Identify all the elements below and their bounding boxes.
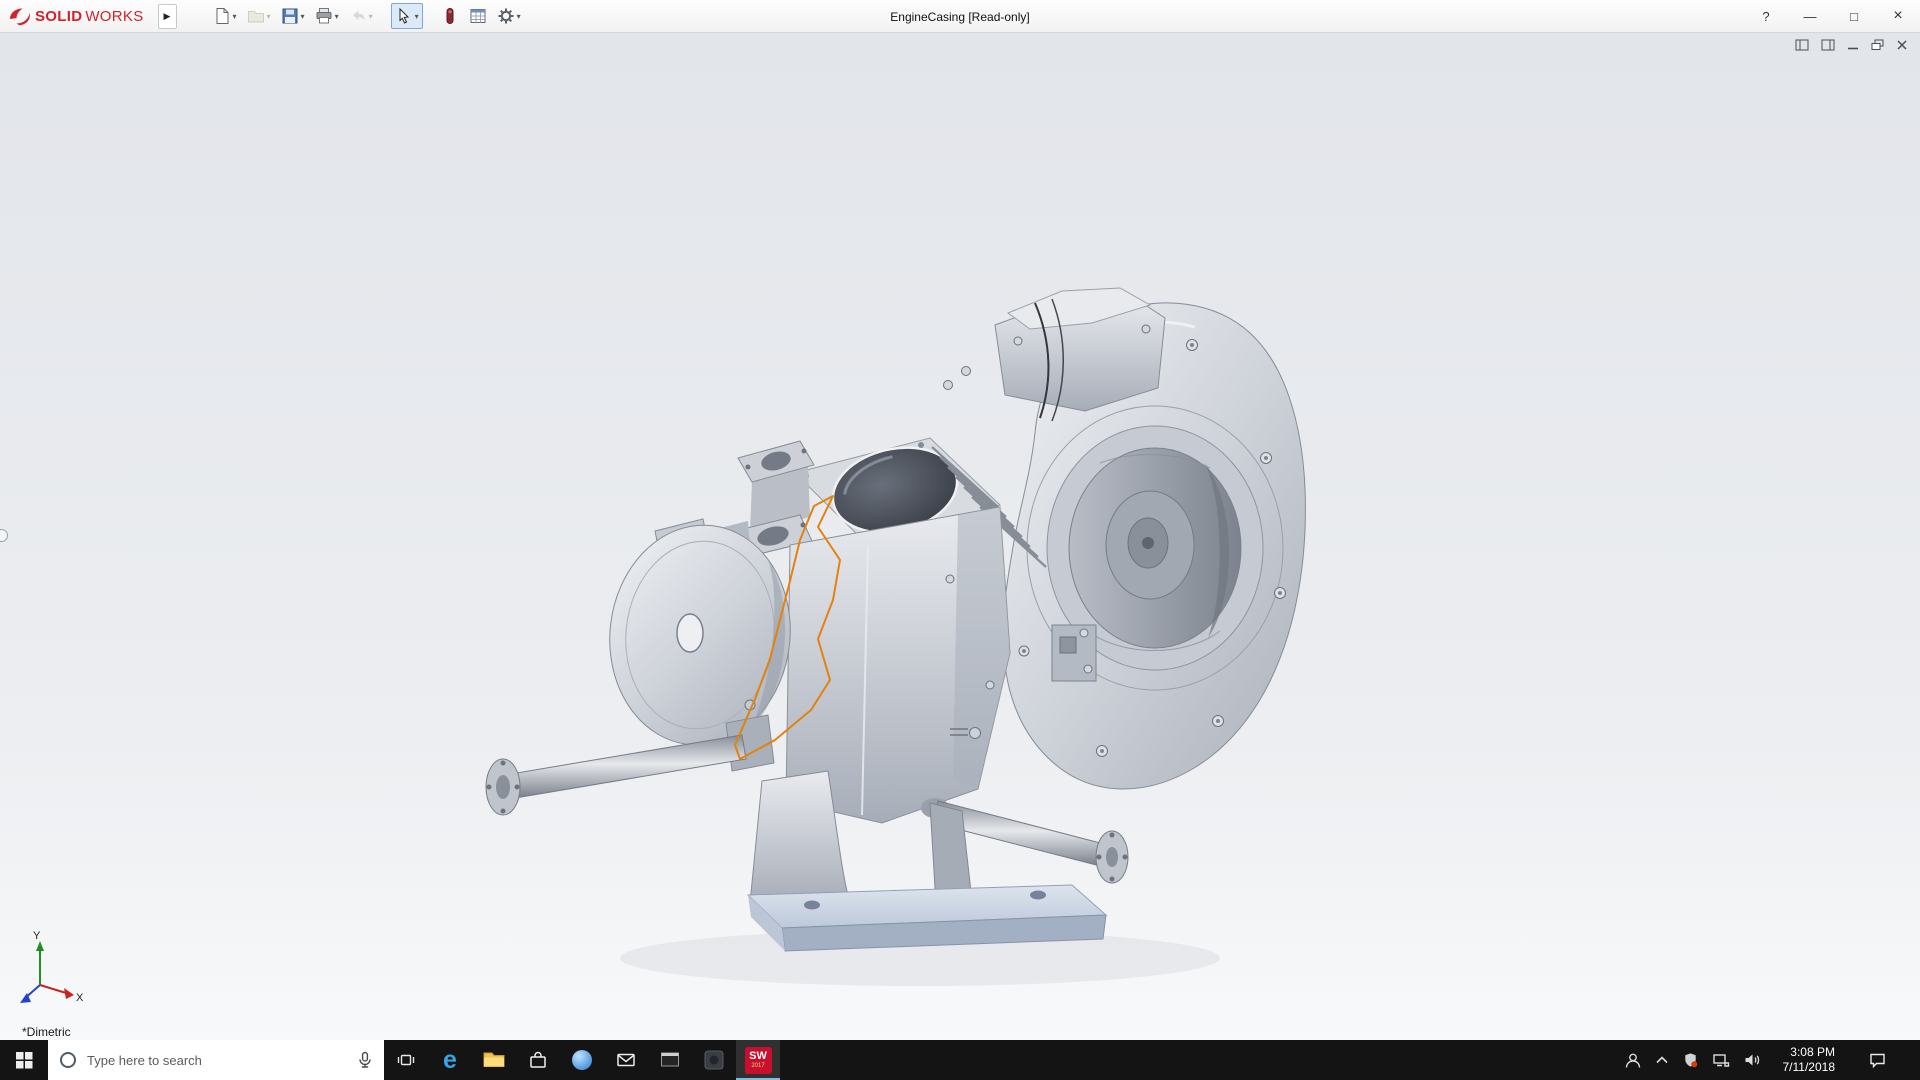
gear-icon — [498, 8, 514, 24]
close-button[interactable]: × — [1876, 0, 1920, 32]
print-button[interactable]: ▾ — [311, 3, 343, 29]
help-button[interactable]: ? — [1744, 0, 1788, 32]
store-app-button[interactable] — [516, 1040, 560, 1080]
start-button[interactable] — [0, 1040, 48, 1080]
solidworks-window: SOLID WORKS ▶ ▾ ▾ ▾ ▾ ▾ ▾ ▾ EngineCasing… — [0, 0, 1920, 1080]
blue-sphere-app-button[interactable] — [560, 1040, 604, 1080]
mail-app-button[interactable] — [604, 1040, 648, 1080]
windows-taskbar: Type here to search e SW 2017 3:08 PM 7/… — [0, 1040, 1920, 1080]
mail-envelope-icon — [617, 1053, 635, 1067]
undo-dropdown-arrow[interactable]: ▾ — [369, 12, 373, 21]
dark-app-icon — [704, 1050, 724, 1070]
taskbar-clock[interactable]: 3:08 PM 7/11/2018 — [1774, 1045, 1845, 1075]
chevron-up-icon — [1655, 1056, 1668, 1064]
console-app-button[interactable] — [648, 1040, 692, 1080]
blue-sphere-icon — [572, 1050, 592, 1070]
people-icon — [1625, 1053, 1640, 1068]
solidworks-app-button[interactable]: SW 2017 — [736, 1040, 780, 1080]
sw-badge-text: SW — [749, 1050, 767, 1062]
logo-text-works: WORKS — [85, 7, 144, 25]
doc-minimize-button[interactable] — [1847, 39, 1859, 51]
save-dropdown-arrow[interactable]: ▾ — [301, 12, 305, 21]
new-document-button[interactable]: ▾ — [209, 3, 241, 29]
speaker-icon — [1745, 1054, 1759, 1066]
doc-close-button[interactable] — [1896, 39, 1908, 51]
doc-restore-button[interactable] — [1871, 39, 1884, 51]
windows-logo-icon — [15, 1051, 32, 1068]
clock-date: 7/11/2018 — [1782, 1060, 1836, 1074]
triad-y-label: Y — [33, 930, 41, 942]
save-button[interactable]: ▾ — [277, 3, 309, 29]
edge-icon: e — [443, 1045, 457, 1074]
edge-app-button[interactable]: e — [428, 1040, 472, 1080]
action-center-icon — [1869, 1053, 1885, 1069]
options-button[interactable]: ▾ — [493, 3, 525, 29]
shield-icon — [1684, 1052, 1697, 1067]
design-table-button[interactable] — [465, 3, 491, 29]
logo-text-solid: SOLID — [35, 7, 83, 25]
system-tray: 3:08 PM 7/11/2018 — [1620, 1040, 1920, 1080]
new-dropdown-arrow[interactable]: ▾ — [233, 12, 237, 21]
menu-expander-button[interactable]: ▶ — [157, 3, 177, 29]
action-center-button[interactable] — [1857, 1051, 1897, 1069]
graphics-viewport[interactable]: Y X *Dimetric — [0, 33, 1920, 1040]
taskbar-search-input[interactable]: Type here to search — [48, 1040, 384, 1080]
maximize-button[interactable]: □ — [1832, 0, 1876, 32]
sw-badge-year: 2017 — [751, 1063, 765, 1069]
dark-app-button[interactable] — [692, 1040, 736, 1080]
tray-overflow-button[interactable] — [1655, 1054, 1669, 1066]
document-window-controls — [1795, 39, 1908, 51]
people-button[interactable] — [1624, 1052, 1642, 1069]
cortana-icon — [60, 1052, 76, 1068]
triad-x-label: X — [76, 992, 84, 1004]
rebuild-button[interactable] — [437, 3, 463, 29]
print-dropdown-arrow[interactable]: ▾ — [335, 12, 339, 21]
undo-icon — [352, 10, 365, 21]
task-view-icon — [397, 1054, 415, 1066]
network-icon — [1712, 1054, 1729, 1067]
select-dropdown-arrow[interactable]: ▾ — [415, 12, 419, 21]
console-window-icon — [661, 1052, 679, 1067]
clock-time: 3:08 PM — [1790, 1045, 1835, 1059]
new-document-icon — [216, 8, 229, 24]
pane-left-button[interactable] — [1795, 39, 1809, 51]
open-folder-icon — [247, 11, 264, 23]
solidworks-ds-icon — [10, 8, 30, 26]
open-button[interactable]: ▾ — [243, 3, 275, 29]
minimize-button[interactable]: — — [1788, 0, 1832, 32]
solidworks-logo[interactable]: SOLID WORKS — [0, 6, 154, 26]
select-cursor-icon — [399, 7, 409, 24]
microphone-icon[interactable] — [356, 1051, 374, 1069]
open-dropdown-arrow[interactable]: ▾ — [267, 12, 271, 21]
window-controls: ? — □ × — [1744, 0, 1920, 32]
network-tray-button[interactable] — [1712, 1052, 1730, 1068]
document-title: EngineCasing [Read-only] — [890, 9, 1030, 24]
engine-casing-model[interactable] — [485, 287, 1306, 986]
print-icon — [316, 8, 332, 24]
pane-right-button[interactable] — [1821, 39, 1835, 51]
save-floppy-icon — [282, 8, 298, 24]
view-orientation-label: *Dimetric — [22, 1025, 71, 1039]
options-dropdown-arrow[interactable]: ▾ — [517, 12, 521, 21]
orientation-triad: Y X — [20, 930, 84, 1004]
solidworks-app-icon: SW 2017 — [744, 1046, 772, 1074]
quick-access-toolbar: ▾ ▾ ▾ ▾ ▾ ▾ ▾ — [209, 3, 525, 29]
volume-tray-button[interactable] — [1743, 1052, 1761, 1068]
titlebar: SOLID WORKS ▶ ▾ ▾ ▾ ▾ ▾ ▾ ▾ EngineCasing… — [0, 0, 1920, 33]
select-button[interactable]: ▾ — [390, 3, 423, 29]
file-explorer-icon — [483, 1052, 505, 1067]
search-placeholder: Type here to search — [87, 1052, 202, 1068]
design-table-icon — [470, 9, 486, 23]
security-tray-button[interactable] — [1682, 1052, 1699, 1069]
file-explorer-button[interactable] — [472, 1040, 516, 1080]
rebuild-icon — [446, 8, 454, 24]
model-canvas[interactable]: Y X — [0, 33, 1920, 1040]
undo-button[interactable]: ▾ — [345, 3, 377, 29]
task-view-button[interactable] — [384, 1040, 428, 1080]
store-bag-icon — [530, 1051, 546, 1068]
generator-cover — [609, 518, 791, 746]
